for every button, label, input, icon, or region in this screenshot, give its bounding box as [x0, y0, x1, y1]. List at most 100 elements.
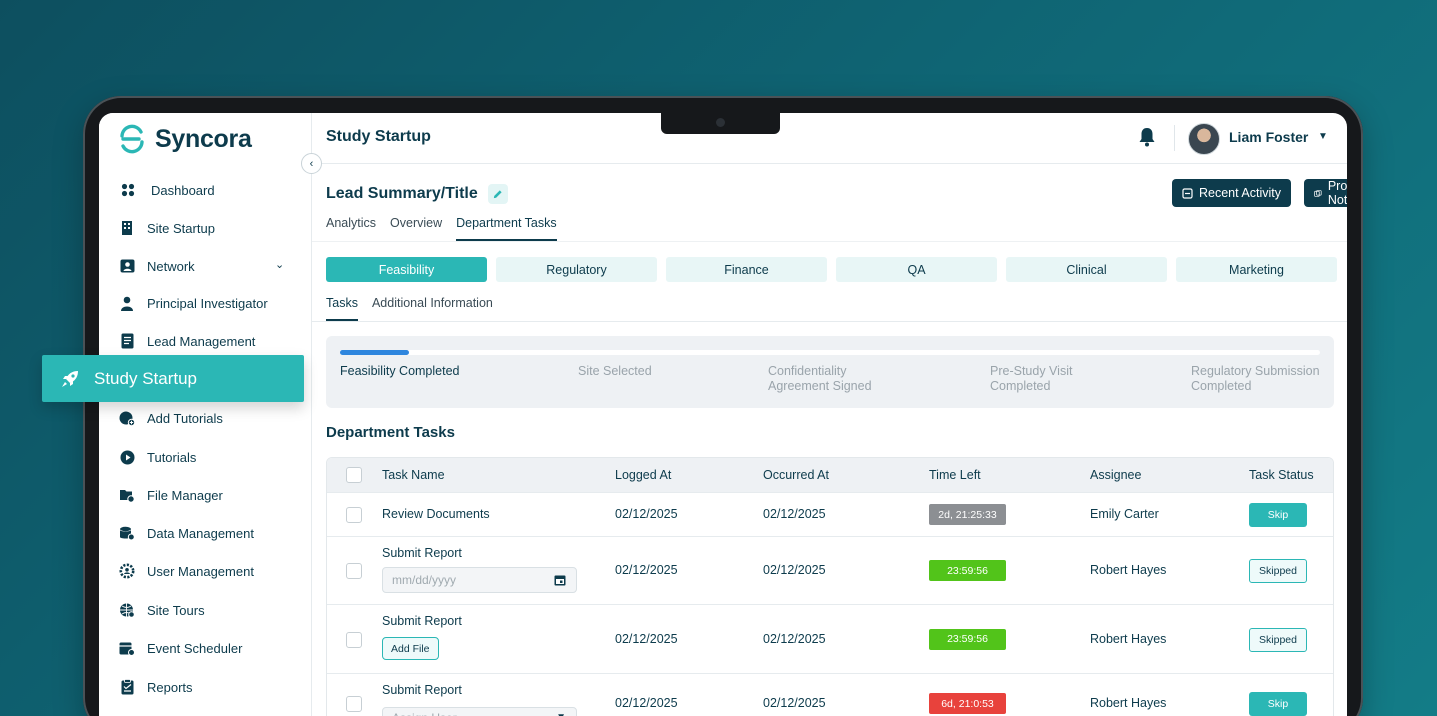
- progress-step: Confidentiality Agreement Signed: [768, 364, 872, 394]
- department-tab-clinical[interactable]: Clinical: [1006, 257, 1167, 282]
- step-label: Feasibility Completed: [340, 364, 460, 378]
- brand-name: Syncora: [155, 124, 252, 153]
- occurred-at: 02/12/2025: [763, 631, 826, 646]
- progress-tracker: Feasibility Completed Site Selected Confid…: [326, 336, 1334, 408]
- step-label: Site Selected: [578, 364, 652, 378]
- sidebar-item-principal-investigator[interactable]: Principal Investigator: [119, 292, 268, 314]
- skipped-status: Skipped: [1249, 559, 1307, 583]
- tasks-table: Task Name Logged At Occurred At Time Left As…: [326, 457, 1334, 716]
- step-label: Confidentiality: [768, 364, 847, 378]
- step-label-line2: Agreement Signed: [768, 379, 872, 393]
- assignee: Emily Carter: [1090, 507, 1159, 521]
- sidebar-item-file-manager[interactable]: File Manager: [119, 484, 223, 506]
- occurred-at: 02/12/2025: [763, 563, 826, 577]
- sidebar: Syncora ‹ Dashboard Site Startup Network ⌄ P…: [99, 113, 322, 716]
- tab-overview[interactable]: Overview: [390, 216, 442, 241]
- table-header: Task Name Logged At Occurred At Time Left As…: [327, 458, 1333, 492]
- assignee: Robert Hayes: [1090, 631, 1167, 646]
- department-tab-regulatory[interactable]: Regulatory: [496, 257, 657, 282]
- sidebar-item-event-scheduler[interactable]: Event Scheduler: [119, 637, 242, 659]
- sidebar-item-study-startup[interactable]: Study Startup: [42, 355, 304, 402]
- lead-title: Lead Summary/Title: [326, 185, 478, 202]
- department-tab-finance[interactable]: Finance: [666, 257, 827, 282]
- edit-title-button[interactable]: [487, 184, 508, 204]
- chevron-left-icon: ‹: [309, 157, 314, 170]
- recent-activity-label: Recent Activity: [1199, 186, 1281, 200]
- report-icon: [119, 679, 135, 695]
- progress-step: Feasibility Completed: [340, 364, 460, 379]
- add-file-button[interactable]: Add File: [382, 637, 439, 660]
- notes-icon: [1314, 189, 1322, 197]
- sidebar-item-label: Data Management: [147, 525, 254, 541]
- subtab-tasks[interactable]: Tasks: [326, 296, 358, 321]
- sidebar-item-lead-management[interactable]: Lead Management: [119, 330, 255, 352]
- avatar[interactable]: [1188, 123, 1220, 155]
- user-name[interactable]: Liam Foster: [1229, 129, 1308, 145]
- logged-at: 02/12/2025: [615, 507, 678, 521]
- row-checkbox[interactable]: [346, 696, 362, 712]
- sidebar-item-data-management[interactable]: Data Management: [119, 522, 254, 544]
- row-checkbox[interactable]: [346, 631, 362, 648]
- recent-activity-button[interactable]: Recent Activity: [1172, 179, 1291, 207]
- department-tab-marketing[interactable]: Marketing: [1176, 257, 1337, 282]
- chevron-down-icon[interactable]: ▼: [1318, 131, 1328, 142]
- logged-at: 02/12/2025: [615, 631, 678, 646]
- assign-user-select[interactable]: Assign User ▼: [382, 707, 577, 716]
- assignee: Robert Hayes: [1090, 696, 1167, 710]
- step-label-line2: Completed: [990, 379, 1051, 393]
- skip-button[interactable]: Skip: [1249, 692, 1307, 716]
- add-tutorial-icon: [119, 410, 135, 426]
- column-header: Assignee: [1090, 468, 1142, 482]
- page-title: Study Startup: [326, 128, 431, 145]
- camera-icon: [716, 118, 725, 127]
- sidebar-item-reports[interactable]: Reports: [119, 676, 193, 698]
- department-tab-qa[interactable]: QA: [836, 257, 997, 282]
- department-tabs: Feasibility Regulatory Finance QA Clinical Ma…: [326, 257, 1337, 282]
- sidebar-item-dashboard[interactable]: Dashboard: [120, 179, 215, 201]
- task-name: Review Documents: [382, 507, 490, 521]
- assignee: Robert Hayes: [1090, 563, 1167, 577]
- sidebar-item-label: Dashboard: [151, 182, 215, 198]
- sidebar-item-add-tutorials[interactable]: Add Tutorials: [119, 407, 223, 429]
- subtab-additional-information[interactable]: Additional Information: [372, 296, 493, 321]
- sidebar-item-label: Event Scheduler: [147, 640, 243, 656]
- row-checkbox[interactable]: [346, 507, 362, 523]
- tab-analytics[interactable]: Analytics: [326, 216, 376, 241]
- logo-icon: [120, 124, 144, 154]
- date-input[interactable]: mm/dd/yyyy: [382, 567, 577, 593]
- progress-track: [340, 350, 1320, 355]
- step-label: Regulatory Submission: [1191, 364, 1320, 378]
- play-icon: [119, 449, 135, 465]
- app-screen: Syncora ‹ Dashboard Site Startup Network ⌄ P…: [99, 113, 1347, 716]
- notification-bell-icon[interactable]: [1138, 127, 1156, 147]
- calendar-icon: [119, 640, 135, 656]
- logged-at: 02/12/2025: [615, 563, 678, 577]
- skip-button[interactable]: Skip: [1249, 503, 1307, 527]
- sidebar-item-tutorials[interactable]: Tutorials: [119, 446, 196, 468]
- collapse-sidebar-button[interactable]: ‹: [301, 153, 322, 174]
- calendar-icon[interactable]: [554, 574, 566, 586]
- sidebar-item-label: Lead Management: [147, 333, 256, 349]
- occurred-at: 02/12/2025: [763, 507, 826, 521]
- time-left-badge: 2d, 21:25:33: [929, 504, 1006, 525]
- sidebar-item-site-tours[interactable]: Site Tours: [119, 599, 205, 621]
- person-icon: [119, 295, 135, 311]
- table-row: Submit Report mm/dd/yyyy 02/12/2025 02/12/2…: [327, 536, 1333, 604]
- tab-department-tasks[interactable]: Department Tasks: [456, 216, 557, 241]
- sidebar-item-site-startup[interactable]: Site Startup: [119, 217, 215, 239]
- building-icon: [119, 220, 135, 236]
- department-tab-feasibility[interactable]: Feasibility: [326, 257, 487, 282]
- logo[interactable]: Syncora: [117, 124, 252, 154]
- progress-notes-button[interactable]: Progress Notes: [1304, 179, 1347, 207]
- sidebar-item-network[interactable]: Network ⌄: [119, 255, 284, 277]
- row-checkbox[interactable]: [346, 563, 362, 579]
- sub-tabs: Tasks Additional Information: [326, 296, 493, 321]
- network-icon: [119, 258, 135, 274]
- chevron-down-icon[interactable]: ⌄: [275, 258, 284, 271]
- column-header: Task Status: [1249, 468, 1314, 482]
- data-icon: [119, 525, 135, 541]
- column-header: Logged At: [615, 468, 672, 482]
- sidebar-item-user-management[interactable]: User Management: [119, 560, 254, 582]
- time-left-badge: 23:59:56: [929, 560, 1006, 581]
- select-all-checkbox[interactable]: [346, 467, 362, 483]
